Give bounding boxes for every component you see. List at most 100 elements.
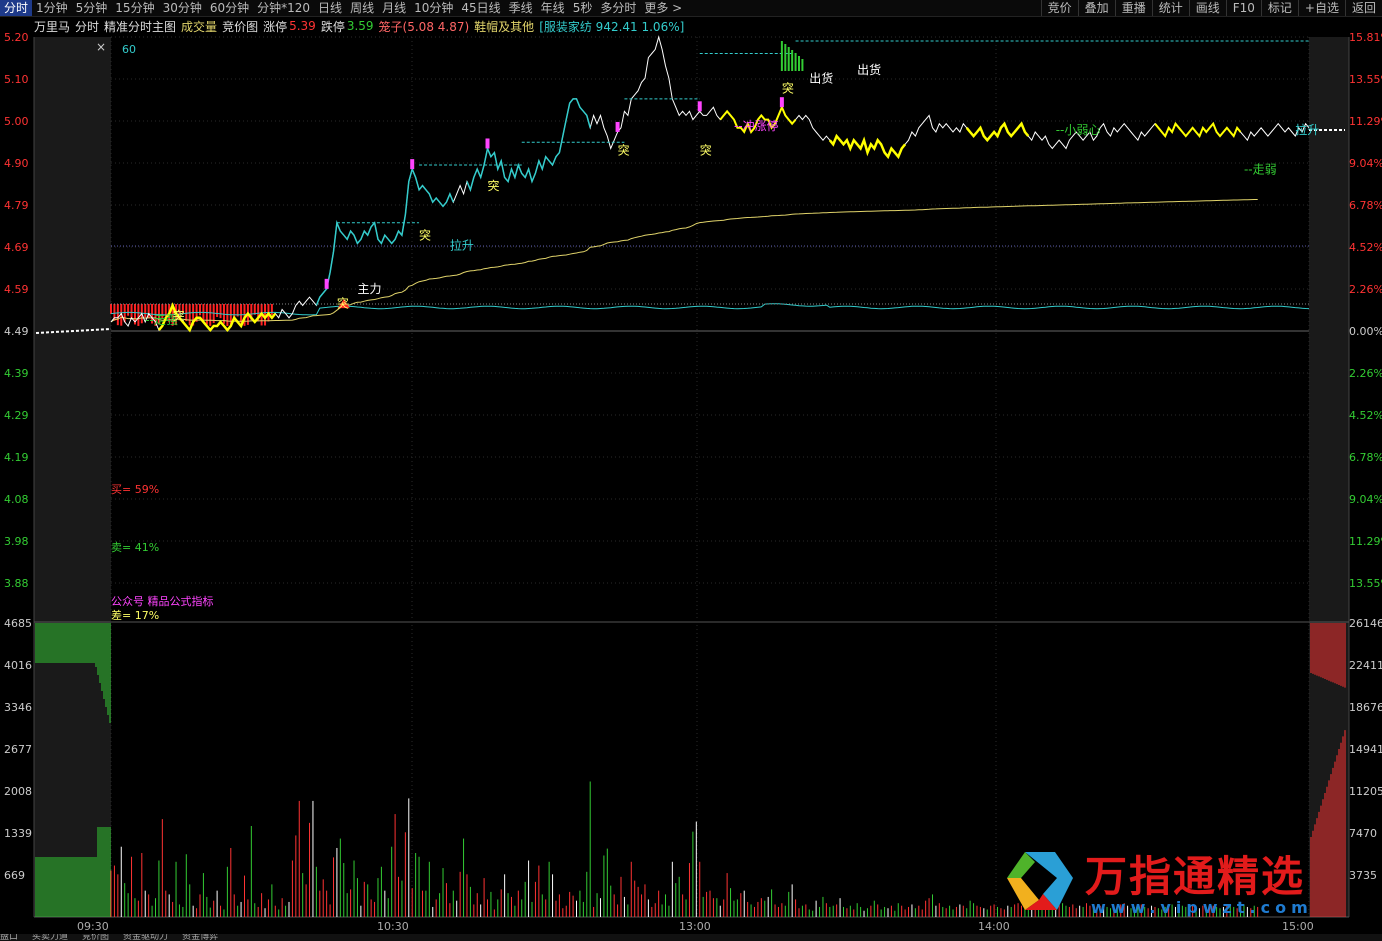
annotation-label: 拉升 [1295, 122, 1319, 137]
breakout-marker [697, 101, 702, 112]
price-tick-label: 4.90 [4, 157, 29, 170]
diff-ratio: 差= 17% [111, 608, 159, 622]
pct-tick-label: 0.00% [1349, 325, 1382, 338]
vol-tick-label: 3346 [4, 701, 32, 714]
pct-tick-label: 6.78% [1349, 451, 1382, 464]
spike-bar [787, 47, 790, 71]
strength-bar [205, 304, 208, 325]
pct-tick-label: 11.29% [1349, 115, 1382, 128]
highlight-segment [315, 166, 454, 306]
period-label: 60 [122, 43, 136, 56]
buy-ratio: 买= 59% [111, 483, 159, 496]
price-tick-label: 5.10 [4, 73, 29, 86]
annotation-label: 出货 [857, 62, 881, 77]
pct-tick-label: 15.81% [1349, 31, 1382, 44]
time-tick-label: 15:00 [1282, 920, 1314, 933]
annotation-label: 拉升 [450, 238, 474, 253]
annotation-label: 突 [618, 143, 630, 158]
price-tick-label: 5.20 [4, 31, 29, 44]
time-tick-label: 09:30 [77, 920, 109, 933]
watermark-title: 万指通精选 [1085, 852, 1306, 901]
pct-tick-label: 4.52% [1349, 241, 1382, 254]
vol-right-tick-label: 11205 [1349, 785, 1382, 798]
strength-bar [185, 304, 188, 322]
price-tick-label: 4.29 [4, 409, 29, 422]
price-tick-label: 5.00 [4, 115, 29, 128]
strength-bar [137, 304, 140, 326]
strength-bar [264, 304, 267, 326]
price-line [110, 35, 1310, 332]
spike-bar [797, 56, 800, 71]
price-tick-label: 3.88 [4, 577, 29, 590]
bottom-tab-1[interactable]: 买卖力道 [32, 934, 68, 941]
vol-tick-label: 2677 [4, 743, 32, 756]
watermark-logo-icon [1007, 852, 1073, 910]
breakout-marker [779, 97, 784, 108]
strength-bar [270, 304, 273, 315]
strength-bar [198, 304, 201, 316]
time-tick-label: 10:30 [377, 920, 409, 933]
pct-tick-label: 9.04% [1349, 493, 1382, 506]
bottom-tab-3[interactable]: 资金驱动力 [123, 934, 168, 941]
annotation-label: 突 [782, 81, 794, 96]
pct-tick-label: 4.52% [1349, 409, 1382, 422]
breakout-marker [324, 278, 329, 289]
annotation-label: 主力 [357, 282, 381, 296]
pct-tick-label: 11.29% [1349, 535, 1382, 548]
bottom-tab-0[interactable]: 盘口 [0, 934, 18, 941]
vol-right-tick-label: 22411 [1349, 659, 1382, 672]
annotation-label: 出货 [809, 70, 833, 85]
pct-tick-label: 13.55% [1349, 577, 1382, 590]
strength-bar [130, 304, 133, 320]
strength-bar [110, 304, 112, 314]
time-tick-label: 13:00 [679, 920, 711, 933]
highlight-segment [828, 133, 907, 160]
pct-tick-label: 2.26% [1349, 283, 1382, 296]
annotation-label: --走弱 [1244, 162, 1277, 176]
vol-tick-label: 2008 [4, 785, 32, 798]
vol-right-tick-label: 7470 [1349, 827, 1377, 840]
highlight-segment [466, 98, 591, 193]
price-tick-label: 4.19 [4, 451, 29, 464]
annotation-label: 突 [419, 227, 431, 242]
pct-tick-label: 2.26% [1349, 367, 1382, 380]
highlight-segment [965, 121, 1030, 143]
annotation-label: 突 [173, 308, 185, 323]
spike-bar [791, 50, 794, 71]
watermark: 万指通精选 www.vipwzt.com [985, 848, 1365, 918]
annotation-label: --小弱心 [1056, 123, 1101, 137]
pct-tick-label: 13.55% [1349, 73, 1382, 86]
bottom-tab-2[interactable]: 竞价图 [82, 934, 109, 941]
strength-bar [240, 304, 243, 323]
annotation-label: 突 [337, 295, 349, 310]
pre-market-panel [34, 37, 111, 917]
price-tick-label: 4.49 [4, 325, 29, 338]
bottom-tab-bar: 盘口 买卖力道 竞价图 资金驱动力 资金博弈 [0, 934, 1382, 941]
spike-bar [780, 41, 783, 71]
price-tick-label: 4.59 [4, 283, 29, 296]
spike-bar [784, 44, 787, 71]
promo-text: 公众号 精品公式指标 [111, 594, 214, 608]
strength-bar [209, 304, 212, 326]
price-tick-label: 4.39 [4, 367, 29, 380]
watermark-url: www.vipwzt.com [1091, 898, 1313, 917]
pct-tick-label: 9.04% [1349, 157, 1382, 170]
time-tick-label: 14:00 [978, 920, 1010, 933]
strength-bar [202, 304, 205, 320]
vol-tick-label: 4016 [4, 659, 32, 672]
annotation-label: 突 [488, 178, 500, 193]
strength-bar [216, 304, 219, 317]
vol-right-tick-label: 18676 [1349, 701, 1382, 714]
spike-bar [801, 59, 804, 71]
vol-tick-label: 4685 [4, 617, 32, 630]
vol-right-tick-label: 14941 [1349, 743, 1382, 756]
strength-bar [188, 304, 191, 326]
bottom-tab-4[interactable]: 资金博弈 [182, 934, 218, 941]
highlight-segment [1154, 121, 1242, 139]
breakout-marker [485, 138, 490, 149]
breakout-marker [410, 159, 415, 170]
intraday-chart[interactable]: 5.20 5.10 5.00 4.90 4.79 4.69 4.59 4.49 4.39 4.29… [0, 0, 1382, 941]
pct-tick-label: 6.78% [1349, 199, 1382, 212]
close-icon: × [96, 40, 106, 54]
sell-ratio: 卖= 41% [111, 541, 159, 554]
